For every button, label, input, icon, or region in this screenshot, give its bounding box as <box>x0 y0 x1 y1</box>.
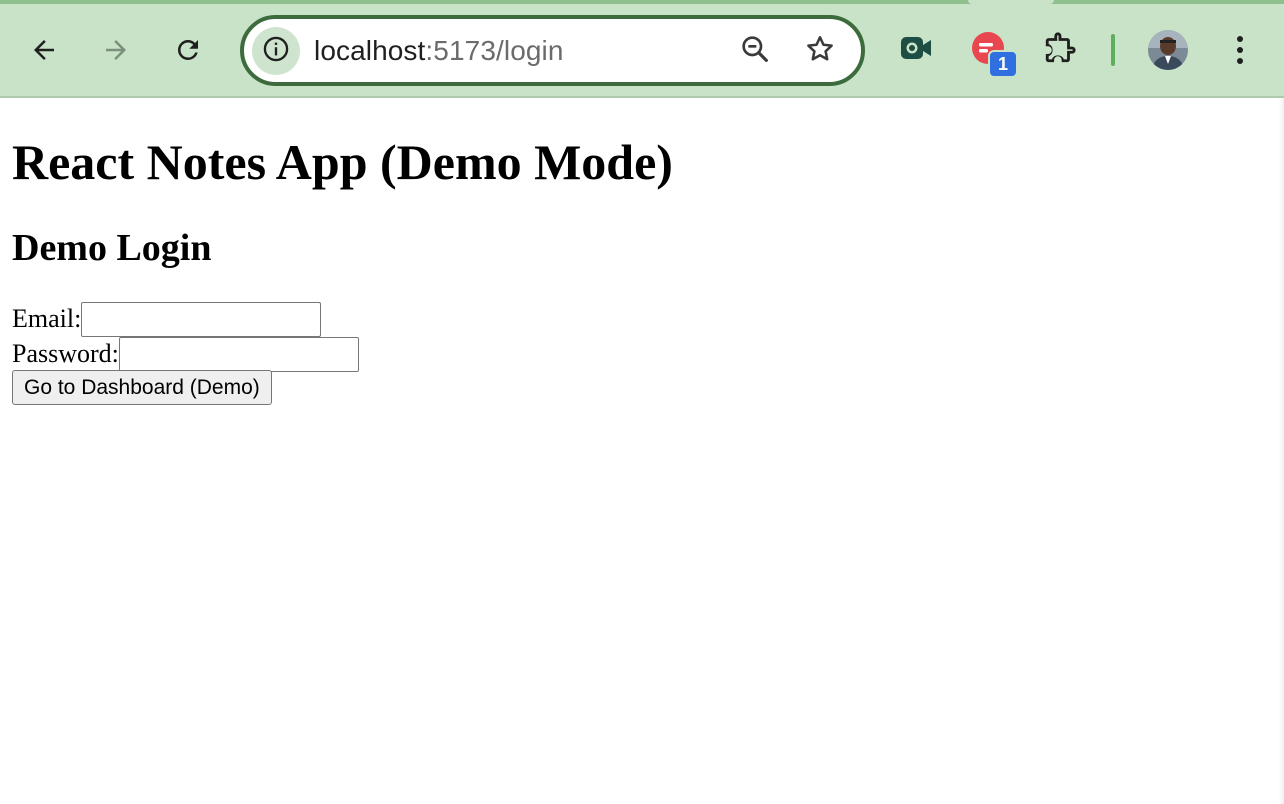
back-button[interactable] <box>20 26 68 74</box>
email-row: Email: <box>12 301 322 337</box>
info-icon <box>262 35 290 68</box>
kebab-menu-icon <box>1236 35 1244 65</box>
profile-avatar[interactable] <box>1148 30 1188 70</box>
tab-strip-edge <box>0 0 1284 4</box>
extensions-button[interactable] <box>1036 26 1084 74</box>
arrow-left-icon <box>29 35 59 65</box>
zoom-out-icon <box>739 33 771 70</box>
password-label: Password: <box>12 339 119 368</box>
extension-badge: 1 <box>988 50 1018 78</box>
reload-button[interactable] <box>164 26 212 74</box>
email-field[interactable] <box>81 301 322 337</box>
url-path: :5173/login <box>425 35 564 66</box>
url-text[interactable]: localhost:5173/login <box>314 19 564 82</box>
reload-icon <box>173 35 203 65</box>
password-row: Password: <box>12 336 359 372</box>
page-title: React Notes App (Demo Mode) <box>12 134 673 190</box>
page-edge <box>1278 98 1284 804</box>
toolbar-divider <box>1111 34 1115 66</box>
camera-extension-button[interactable] <box>892 26 940 74</box>
page-content: React Notes App (Demo Mode) Demo Login E… <box>0 98 1284 804</box>
url-host: localhost <box>314 35 426 66</box>
notification-extension-button[interactable]: 1 <box>964 26 1018 78</box>
bookmark-button[interactable] <box>796 27 844 75</box>
password-field[interactable] <box>118 336 359 372</box>
email-label: Email: <box>12 304 82 333</box>
arrow-right-icon <box>101 35 131 65</box>
browser-menu-button[interactable] <box>1216 26 1264 74</box>
puzzle-piece-icon <box>1043 31 1077 70</box>
site-info-button[interactable] <box>252 27 300 75</box>
browser-toolbar: localhost:5173/login 1 <box>0 0 1284 98</box>
go-to-dashboard-button[interactable]: Go to Dashboard (Demo) <box>12 370 272 405</box>
address-bar[interactable]: localhost:5173/login <box>240 15 865 86</box>
forward-button[interactable] <box>92 26 140 74</box>
login-heading: Demo Login <box>12 227 212 269</box>
camera-extension-icon <box>899 33 933 68</box>
zoom-button[interactable] <box>731 27 779 75</box>
star-icon <box>804 33 836 70</box>
